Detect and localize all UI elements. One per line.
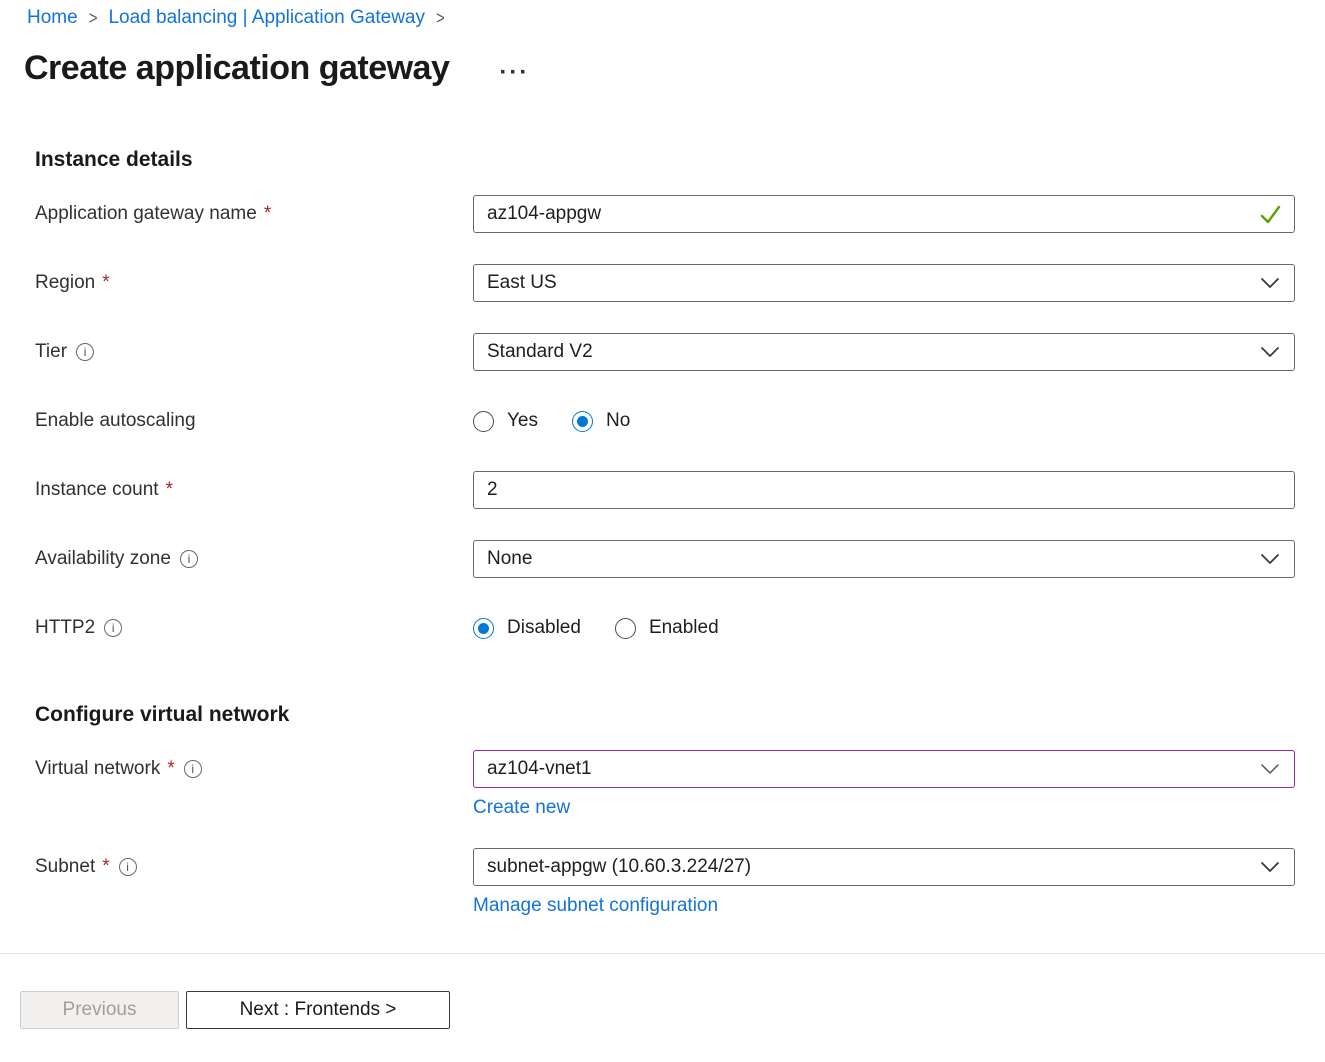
tier-select[interactable]: Standard V2 (473, 333, 1295, 371)
tier-label: Tier (35, 341, 67, 363)
info-icon[interactable]: i (104, 619, 122, 637)
create-new-vnet-link[interactable]: Create new (473, 797, 570, 819)
radio-icon (473, 618, 494, 639)
autoscaling-control: Yes No (473, 402, 1295, 440)
form-row-tier: Tier i Standard V2 (35, 333, 1295, 371)
region-control: East US (473, 264, 1295, 302)
subnet-value: subnet-appgw (10.60.3.224/27) (487, 856, 751, 878)
next-frontends-button[interactable]: Next : Frontends > (186, 991, 450, 1029)
gateway-name-label: Application gateway name (35, 203, 257, 225)
http2-radio-group: Disabled Enabled (473, 609, 1295, 647)
radio-icon (615, 618, 636, 639)
radio-label: Enabled (649, 617, 719, 639)
form-row-region: Region * East US (35, 264, 1295, 302)
autoscaling-radio-no[interactable]: No (572, 410, 630, 432)
subnet-label: Subnet (35, 856, 95, 878)
autoscaling-label: Enable autoscaling (35, 410, 196, 432)
form-row-subnet: Subnet * i subnet-appgw (10.60.3.224/27)… (35, 848, 1295, 917)
tier-control: Standard V2 (473, 333, 1295, 371)
virtual-network-control: az104-vnet1 Create new (473, 750, 1295, 819)
virtual-network-value: az104-vnet1 (487, 758, 592, 780)
http2-label-cell: HTTP2 i (35, 609, 473, 647)
required-asterisk: * (166, 479, 173, 501)
availability-zone-value: None (487, 548, 532, 570)
page-title: Create application gateway (24, 49, 449, 88)
subnet-select[interactable]: subnet-appgw (10.60.3.224/27) (473, 848, 1295, 886)
info-icon[interactable]: i (119, 858, 137, 876)
required-asterisk: * (264, 203, 271, 225)
region-label-cell: Region * (35, 264, 473, 302)
tier-value: Standard V2 (487, 341, 593, 363)
virtual-network-select[interactable]: az104-vnet1 (473, 750, 1295, 788)
previous-button[interactable]: Previous (20, 991, 179, 1029)
http2-radio-enabled[interactable]: Enabled (615, 617, 719, 639)
radio-icon (473, 411, 494, 432)
form-row-http2: HTTP2 i Disabled Enabled (35, 609, 1295, 647)
page-header: Create application gateway ··· (0, 49, 1325, 88)
info-icon[interactable]: i (180, 550, 198, 568)
form-row-availability-zone: Availability zone i None (35, 540, 1295, 578)
http2-control: Disabled Enabled (473, 609, 1295, 647)
availability-zone-select[interactable]: None (473, 540, 1295, 578)
breadcrumb-separator-icon: > (89, 7, 98, 28)
form-row-instance-count: Instance count * (35, 471, 1295, 509)
instance-count-input[interactable] (473, 471, 1295, 509)
autoscaling-radio-group: Yes No (473, 402, 1295, 440)
more-options-icon[interactable]: ··· (499, 53, 529, 85)
instance-count-label-cell: Instance count * (35, 471, 473, 509)
autoscaling-label-cell: Enable autoscaling (35, 402, 473, 440)
breadcrumb-separator-icon: > (436, 7, 445, 28)
instance-count-label: Instance count (35, 479, 159, 501)
manage-subnet-configuration-link[interactable]: Manage subnet configuration (473, 895, 718, 917)
required-asterisk: * (102, 272, 109, 294)
breadcrumb-home-link[interactable]: Home (27, 7, 78, 29)
gateway-name-label-cell: Application gateway name * (35, 195, 473, 233)
radio-label: Disabled (507, 617, 581, 639)
radio-icon (572, 411, 593, 432)
required-asterisk: * (167, 758, 174, 780)
footer-actions: Previous Next : Frontends > (0, 954, 1325, 1029)
autoscaling-radio-yes[interactable]: Yes (473, 410, 538, 432)
subnet-label-cell: Subnet * i (35, 848, 473, 886)
http2-radio-disabled[interactable]: Disabled (473, 617, 581, 639)
subnet-control: subnet-appgw (10.60.3.224/27) Manage sub… (473, 848, 1295, 917)
form-row-virtual-network: Virtual network * i az104-vnet1 Create n… (35, 750, 1295, 819)
tier-label-cell: Tier i (35, 333, 473, 371)
availability-zone-label-cell: Availability zone i (35, 540, 473, 578)
info-icon[interactable]: i (184, 760, 202, 778)
radio-label: Yes (507, 410, 538, 432)
gateway-name-input[interactable] (473, 195, 1295, 233)
breadcrumb-load-balancing-link[interactable]: Load balancing | Application Gateway (108, 7, 425, 29)
region-label: Region (35, 272, 95, 294)
availability-zone-label: Availability zone (35, 548, 171, 570)
region-value: East US (487, 272, 557, 294)
http2-label: HTTP2 (35, 617, 95, 639)
required-asterisk: * (102, 856, 109, 878)
availability-zone-control: None (473, 540, 1295, 578)
form-row-autoscaling: Enable autoscaling Yes No (35, 402, 1295, 440)
region-select[interactable]: East US (473, 264, 1295, 302)
gateway-name-control (473, 195, 1295, 233)
virtual-network-label: Virtual network (35, 758, 160, 780)
breadcrumb: Home > Load balancing | Application Gate… (0, 0, 1325, 29)
section-heading-configure-vnet: Configure virtual network (35, 703, 1325, 727)
info-icon[interactable]: i (76, 343, 94, 361)
virtual-network-label-cell: Virtual network * i (35, 750, 473, 788)
instance-count-control (473, 471, 1295, 509)
section-heading-instance-details: Instance details (35, 148, 1325, 172)
form-row-gateway-name: Application gateway name * (35, 195, 1295, 233)
radio-label: No (606, 410, 630, 432)
